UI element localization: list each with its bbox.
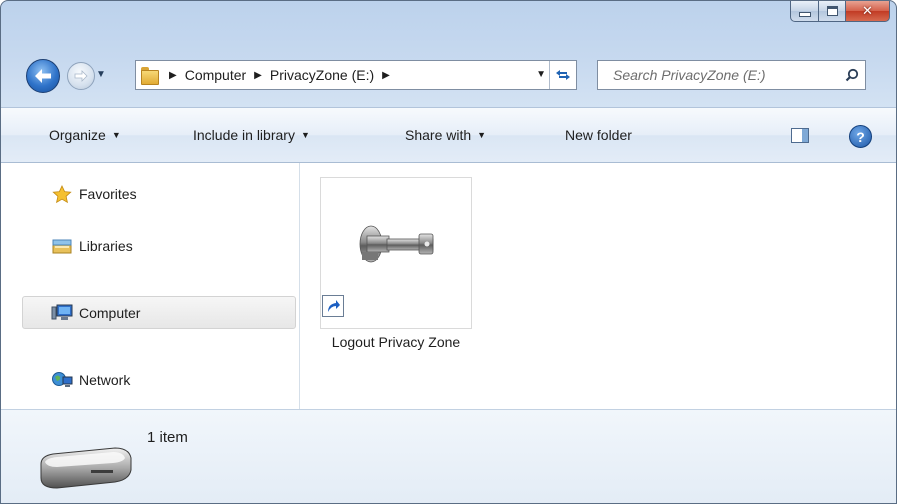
include-in-library-button[interactable]: Include in library ▼ <box>193 127 310 143</box>
search-icon[interactable] <box>839 68 865 82</box>
share-with-button[interactable]: Share with ▼ <box>405 127 486 143</box>
chevron-down-icon: ▼ <box>300 130 310 140</box>
close-icon: ✕ <box>862 3 873 19</box>
caption-buttons: ✕ <box>790 1 890 22</box>
refresh-button[interactable] <box>549 61 576 89</box>
history-dropdown-icon[interactable]: ▼ <box>96 69 106 80</box>
address-bar[interactable]: ▶ Computer ▶ PrivacyZone (E:) ▶ ▼ <box>135 60 577 90</box>
minimize-button[interactable] <box>790 1 819 22</box>
organize-button[interactable]: Organize ▼ <box>49 127 121 143</box>
share-with-label: Share with <box>405 127 472 143</box>
star-icon <box>51 184 73 203</box>
forward-arrow-icon <box>74 70 88 82</box>
network-icon <box>51 371 73 389</box>
nav-item-label: Libraries <box>79 238 133 254</box>
back-arrow-icon <box>35 69 51 83</box>
nav-item-label: Computer <box>79 305 141 321</box>
file-name[interactable]: Logout Privacy Zone <box>307 332 485 352</box>
item-count: 1 item <box>147 429 188 446</box>
address-dropdown-icon[interactable]: ▼ <box>536 69 546 80</box>
new-folder-button[interactable]: New folder <box>565 127 632 143</box>
drive-icon <box>40 447 132 489</box>
navigation-bar: ▼ ▶ Computer ▶ PrivacyZone (E:) ▶ ▼ Sear… <box>1 57 896 97</box>
navigation-pane <box>1 163 300 409</box>
minimize-icon <box>798 12 811 17</box>
back-button[interactable] <box>26 59 60 93</box>
chevron-down-icon: ▼ <box>111 130 121 140</box>
organize-label: Organize <box>49 127 106 143</box>
nav-item-network[interactable]: Network <box>51 368 130 392</box>
forward-button[interactable] <box>67 62 95 90</box>
chevron-down-icon: ▼ <box>477 130 487 140</box>
nav-item-label: Network <box>79 372 131 388</box>
search-input[interactable]: Search PrivacyZone (E:) <box>613 67 839 83</box>
command-bar: Organize ▼ Include in library ▼ Share with… <box>1 107 896 163</box>
nav-item-libraries[interactable]: Libraries <box>51 234 133 258</box>
breadcrumb-separator-icon[interactable]: ▶ <box>382 70 390 81</box>
refresh-icon <box>556 70 570 80</box>
folder-icon <box>141 66 161 85</box>
help-icon[interactable]: ? <box>849 125 872 148</box>
computer-icon <box>51 304 73 322</box>
key-icon <box>359 225 434 263</box>
breadcrumb-separator-icon[interactable]: ▶ <box>169 70 177 81</box>
library-icon <box>51 237 73 255</box>
breadcrumb-drive[interactable]: PrivacyZone (E:) <box>270 67 374 83</box>
preview-pane-icon[interactable] <box>791 128 809 143</box>
nav-item-favorites[interactable]: Favorites <box>51 182 137 206</box>
breadcrumb-separator-icon[interactable]: ▶ <box>254 70 262 81</box>
include-in-library-label: Include in library <box>193 127 295 143</box>
shortcut-arrow-icon <box>322 295 344 317</box>
breadcrumb-computer[interactable]: Computer <box>185 67 246 83</box>
nav-item-computer[interactable]: Computer <box>51 301 140 325</box>
details-pane: 1 item <box>1 409 896 503</box>
explorer-window: ✕ ▼ ▶ Computer ▶ PrivacyZone (E:) ▶ ▼ Se… <box>0 0 897 504</box>
maximize-button[interactable] <box>819 1 846 22</box>
maximize-icon <box>826 6 838 16</box>
close-button[interactable]: ✕ <box>846 1 890 22</box>
nav-item-label: Favorites <box>79 186 137 202</box>
search-box[interactable]: Search PrivacyZone (E:) <box>597 60 866 90</box>
